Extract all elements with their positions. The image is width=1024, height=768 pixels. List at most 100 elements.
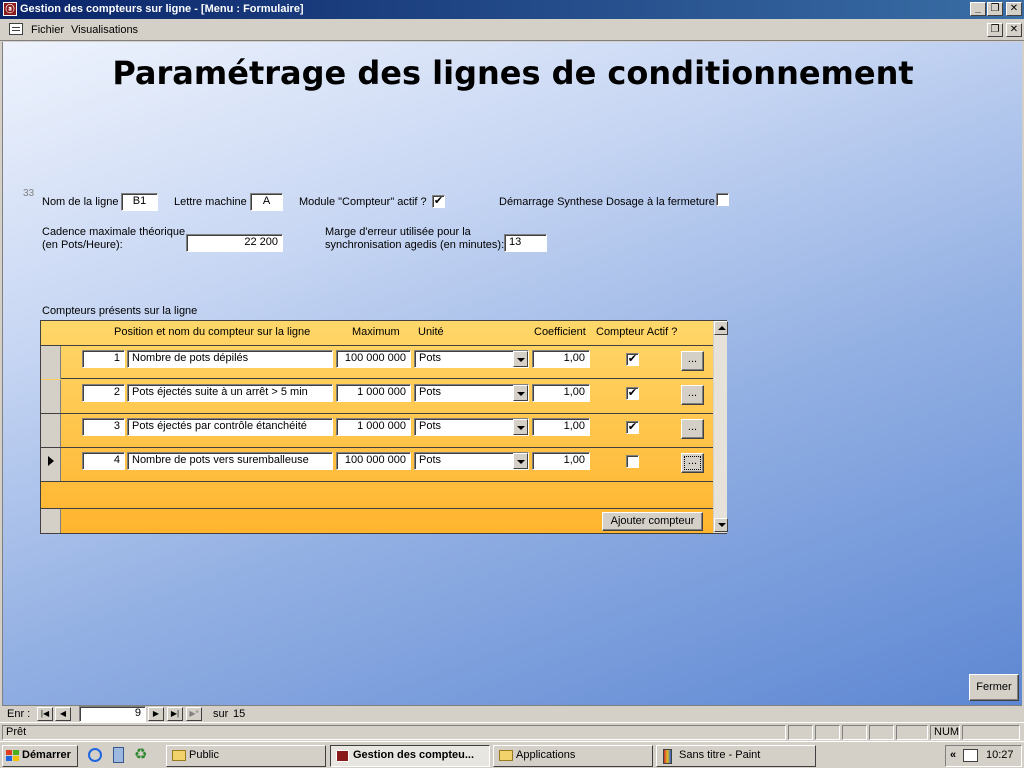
chevron-down-icon[interactable]	[513, 453, 528, 469]
paint-icon	[663, 749, 672, 764]
network-icon[interactable]	[963, 749, 978, 762]
col-header-position: Position et nom du compteur sur la ligne	[114, 326, 311, 338]
position-input[interactable]: 4	[82, 452, 125, 470]
col-header-maximum: Maximum	[352, 326, 400, 338]
maximum-input[interactable]: 100 000 000	[336, 452, 411, 470]
chevron-down-icon[interactable]	[513, 419, 528, 435]
scroll-down-icon[interactable]	[714, 518, 728, 532]
counter-name-input[interactable]: Pots éjectés par contrôle étanchéité	[127, 418, 333, 436]
internet-explorer-icon[interactable]	[88, 748, 102, 762]
table-row[interactable]: 1 Nombre de pots dépilés 100 000 000 Pot…	[41, 345, 713, 379]
quicklaunch-app-icon[interactable]	[113, 747, 124, 763]
record-selector[interactable]	[41, 346, 61, 379]
unit-combo[interactable]: Pots	[414, 452, 529, 470]
start-button[interactable]: Démarrer	[2, 745, 78, 767]
windows-logo-icon	[6, 750, 19, 762]
chevron-down-icon[interactable]	[513, 385, 528, 401]
form-menu-icon[interactable]	[9, 23, 23, 35]
minimize-button[interactable]: _	[970, 2, 986, 16]
access-app-icon[interactable]: ⓐ	[3, 2, 17, 16]
counter-name-input[interactable]: Nombre de pots dépilés	[127, 350, 333, 368]
maximum-input[interactable]: 1 000 000	[336, 418, 411, 436]
lettre-machine-input[interactable]: A	[250, 193, 283, 211]
col-header-unite: Unité	[418, 326, 444, 338]
chevron-down-icon[interactable]	[513, 351, 528, 367]
fermer-button[interactable]: Fermer	[969, 674, 1019, 701]
form-area: Paramétrage des lignes de conditionnemen…	[2, 42, 1022, 705]
table-row[interactable]: 2 Pots éjectés suite à un arrêt > 5 min …	[41, 380, 713, 414]
coefficient-input[interactable]: 1,00	[532, 384, 590, 402]
unit-combo[interactable]: Pots	[414, 418, 529, 436]
counter-active-checkbox[interactable]: ✔	[626, 421, 639, 434]
counter-details-button[interactable]: ...	[681, 419, 704, 439]
clock[interactable]: 10:27	[986, 746, 1014, 765]
tray-expand-icon[interactable]: «	[950, 746, 956, 765]
maximum-input[interactable]: 100 000 000	[336, 350, 411, 368]
taskbar-item-label: Sans titre - Paint	[679, 749, 761, 761]
menu-visualisations[interactable]: Visualisations	[71, 24, 138, 36]
window-titlebar[interactable]: ⓐ Gestion des compteurs sur ligne - [Men…	[0, 0, 1024, 19]
counter-name-input[interactable]: Pots éjectés suite à un arrêt > 5 min	[127, 384, 333, 402]
marge-input[interactable]: 13	[504, 234, 547, 252]
current-record-input[interactable]: 9	[79, 706, 146, 722]
col-header-actif: Compteur Actif ?	[596, 326, 678, 338]
first-record-icon[interactable]: |◀	[37, 707, 53, 721]
counter-active-checkbox[interactable]	[626, 455, 639, 468]
cadence-input[interactable]: 22 200	[186, 234, 283, 252]
taskbar-item-gestion[interactable]: Gestion des compteu...	[330, 745, 490, 767]
next-record-icon[interactable]: ▶	[148, 707, 164, 721]
close-button[interactable]: ✕	[1006, 2, 1022, 16]
child-close-button[interactable]: ✕	[1006, 23, 1022, 37]
table-row[interactable]: 3 Pots éjectés par contrôle étanchéité 1…	[41, 414, 713, 448]
counter-details-button[interactable]: ...	[681, 453, 704, 473]
coefficient-input[interactable]: 1,00	[532, 418, 590, 436]
last-record-icon[interactable]: ▶|	[167, 707, 183, 721]
menu-fichier[interactable]: Fichier	[31, 24, 64, 36]
add-counter-button[interactable]: Ajouter compteur	[602, 512, 703, 531]
unit-combo[interactable]: Pots	[414, 384, 529, 402]
taskbar-item-applications[interactable]: Applications	[493, 745, 653, 767]
demarrage-synthese-checkbox[interactable]	[716, 193, 729, 206]
new-record-icon[interactable]: ▶*	[186, 707, 202, 721]
unit-combo[interactable]: Pots	[414, 350, 529, 368]
counter-name-input[interactable]: Nombre de pots vers suremballeuse	[127, 452, 333, 470]
folder-icon	[172, 750, 186, 761]
taskbar-item-public[interactable]: Public	[166, 745, 326, 767]
counter-active-checkbox[interactable]: ✔	[626, 353, 639, 366]
position-input[interactable]: 3	[82, 418, 125, 436]
scroll-up-icon[interactable]	[714, 321, 728, 335]
counter-details-button[interactable]: ...	[681, 385, 704, 405]
record-selector-current[interactable]	[41, 448, 61, 481]
taskbar-item-label: Applications	[516, 749, 576, 761]
status-bar: Prêt NUM	[0, 722, 1024, 741]
counter-details-button[interactable]: ...	[681, 351, 704, 371]
record-selector[interactable]	[41, 414, 61, 447]
recycle-icon[interactable]: ♻	[134, 747, 150, 763]
maximum-input[interactable]: 1 000 000	[336, 384, 411, 402]
taskbar: Démarrer ♻ Public Gestion des compteu...…	[0, 741, 1024, 768]
status-text: Prêt	[2, 725, 786, 740]
cadence-label-line2: (en Pots/Heure):	[42, 239, 123, 251]
record-label: Enr :	[7, 708, 31, 720]
coefficient-input[interactable]: 1,00	[532, 350, 590, 368]
subform-caption: Compteurs présents sur la ligne	[42, 305, 198, 317]
coefficient-input[interactable]: 1,00	[532, 452, 590, 470]
subform-scrollbar[interactable]	[713, 321, 728, 533]
status-panel	[962, 725, 1020, 740]
nom-ligne-label: Nom de la ligne	[42, 196, 119, 208]
restore-button[interactable]: ❐	[987, 2, 1003, 16]
position-input[interactable]: 1	[82, 350, 125, 368]
counter-active-checkbox[interactable]: ✔	[626, 387, 639, 400]
unit-value: Pots	[419, 352, 442, 364]
child-restore-button[interactable]: ❐	[987, 23, 1003, 37]
module-compteur-checkbox[interactable]: ✔	[432, 195, 445, 208]
nom-ligne-input[interactable]: B1	[121, 193, 158, 211]
counters-subform: Position et nom du compteur sur la ligne…	[40, 320, 728, 534]
position-input[interactable]: 2	[82, 384, 125, 402]
status-panel	[815, 725, 840, 740]
previous-record-icon[interactable]: ◀	[55, 707, 71, 721]
table-row[interactable]: 4 Nombre de pots vers suremballeuse 100 …	[41, 448, 713, 482]
record-selector[interactable]	[41, 380, 61, 413]
taskbar-item-paint[interactable]: Sans titre - Paint	[656, 745, 816, 767]
marge-label-line2: synchronisation agedis (en minutes):	[325, 239, 505, 251]
